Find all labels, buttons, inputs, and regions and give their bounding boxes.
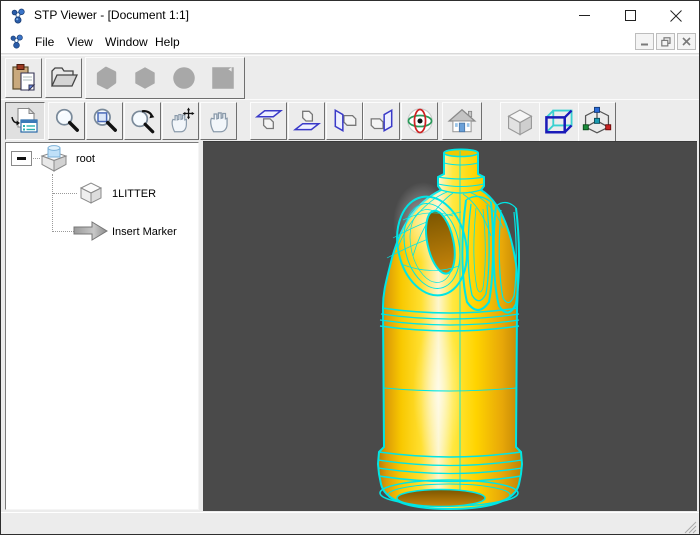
view-bottom-button[interactable] [288,102,325,140]
toolbar-standard [1,55,699,99]
mdi-restore-button[interactable] [656,33,675,50]
model-tree-toggle-icon [11,107,38,133]
statusbar [1,512,699,534]
tree-item-insert-marker[interactable]: Insert Marker [112,226,177,238]
orbit-button[interactable] [401,102,438,140]
view-left-icon [334,108,356,132]
model-tree-panel: root 1LITTER Insert Marker [5,142,199,510]
pan-icon [171,107,194,133]
bottle-model [376,148,524,511]
window-title: STP Viewer - [Document 1:1] [34,8,189,22]
insert-marker-icon [73,221,108,241]
minimize-icon [578,15,590,16]
sphere-button [165,59,202,97]
close-icon [670,9,682,22]
axonometric-view-icon [582,106,612,134]
zoom-button[interactable] [48,102,85,140]
wireframe-mode-button[interactable] [539,102,579,142]
app-window: STP Viewer - [Document 1:1] File View Wi… [0,0,700,535]
shaded-mode-button[interactable] [500,102,540,142]
home-view-button[interactable] [442,102,482,140]
plane-button [204,59,241,97]
view-right-button[interactable] [363,102,400,140]
view-bottom-icon [292,110,321,131]
tree-item-1litter[interactable]: 1LITTER [112,188,156,200]
zoom-window-icon [93,108,117,132]
plane-icon [211,67,234,89]
mdi-close-button[interactable] [677,33,696,50]
mdi-window-controls [635,33,696,50]
orbit-icon [406,108,433,134]
tree-connector [53,193,77,194]
zoom-window-button[interactable] [86,102,123,140]
open-file-icon [50,67,78,87]
solid-box-button [126,59,163,97]
tree-connector [53,231,74,232]
home-view-icon [447,108,477,133]
view-top-button[interactable] [250,102,287,140]
open-file-button[interactable] [45,58,82,98]
app-icon [11,8,25,24]
maximize-button[interactable] [607,1,653,30]
menubar: File View Window Help [1,30,699,54]
tree-expander-root[interactable] [11,151,32,166]
sphere-icon [172,67,195,89]
zoom-icon [55,108,79,132]
menu-file[interactable]: File [31,34,58,50]
menu-view[interactable]: View [63,34,97,50]
tree-connector [52,174,53,232]
mdi-close-icon [682,37,691,46]
paste-icon [11,64,35,92]
menu-help[interactable]: Help [151,34,184,50]
tree-item-root[interactable]: root [76,153,95,165]
zoom-dynamic-button[interactable] [124,102,161,140]
part-icon [79,182,103,204]
solid-box-icon [134,67,155,89]
maximize-icon [624,10,636,21]
menu-window[interactable]: Window [101,34,152,50]
mdi-minimize-icon [641,43,648,46]
solid-shaded-button [87,59,124,97]
titlebar: STP Viewer - [Document 1:1] [1,1,699,30]
viewport-3d[interactable] [203,141,697,511]
rotate-hand-icon [209,112,228,133]
close-button[interactable] [653,1,699,30]
axonometric-view-button[interactable] [578,102,616,142]
mdi-restore-icon [660,36,671,47]
zoom-dynamic-icon [130,110,154,134]
solid-shaded-icon [96,66,116,90]
pan-button[interactable] [162,102,199,140]
model-tree-toggle-button[interactable] [5,102,45,140]
disabled-display-group [85,57,245,99]
wireframe-mode-icon [545,109,573,134]
mdi-minimize-button[interactable] [635,33,654,50]
document-icon [10,34,23,49]
main-area: root 1LITTER Insert Marker [1,141,699,512]
assembly-icon [40,145,68,172]
view-right-icon [370,108,392,132]
toolbar-view [1,99,699,142]
shaded-mode-icon [507,109,533,136]
rotate-hand-button[interactable] [200,102,237,140]
caption-buttons [561,1,699,30]
paste-button[interactable] [5,58,42,98]
view-left-button[interactable] [326,102,363,140]
resize-grip[interactable] [684,521,697,534]
view-top-icon [254,110,283,130]
minimize-button[interactable] [561,1,607,30]
